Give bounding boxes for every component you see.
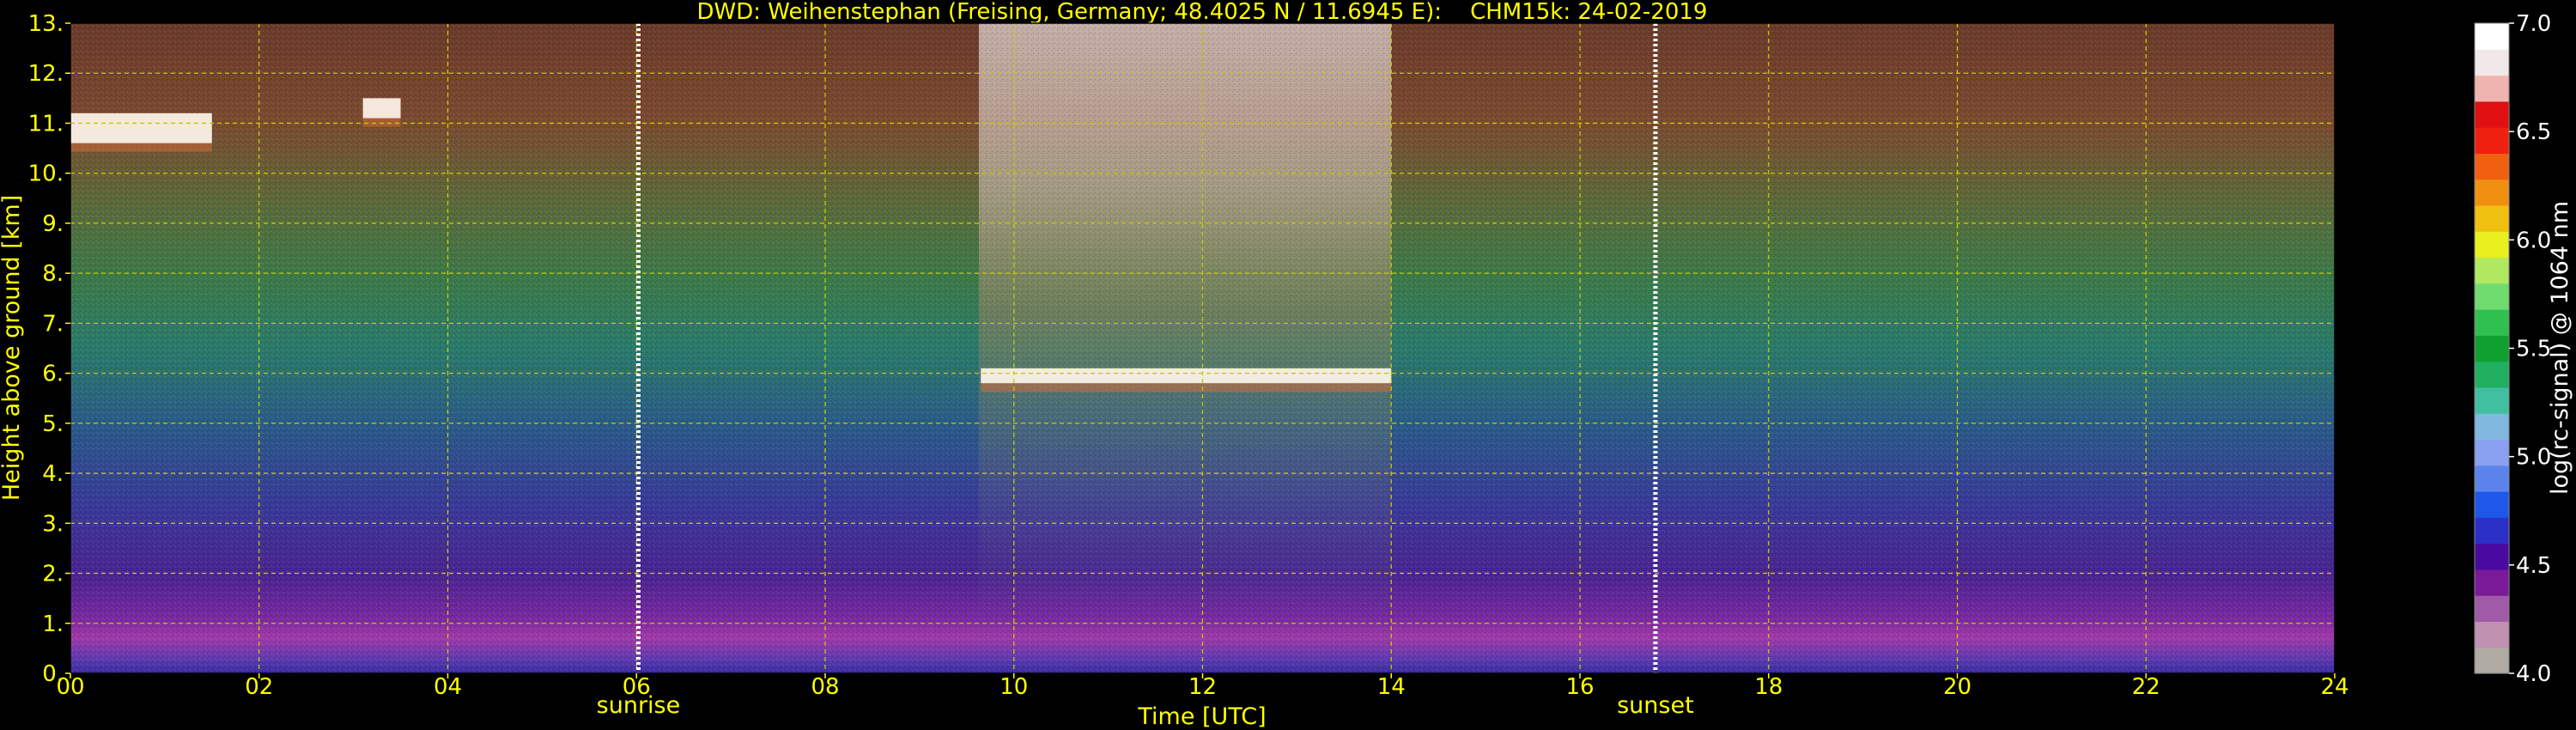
colorbar-swatch-10	[2475, 386, 2509, 414]
x-tick-label-4: 08	[811, 674, 839, 700]
y-tick-label-9: 9.	[42, 211, 64, 237]
y-tick-label-1: 1.	[42, 611, 64, 637]
y-tick-label-11: 11.	[28, 111, 64, 137]
colorbar-swatch-15	[2475, 257, 2509, 284]
colorbar-swatch-18	[2475, 179, 2509, 206]
colorbar-swatch-2	[2475, 595, 2509, 623]
y-tick-label-8: 8.	[42, 261, 64, 287]
x-tick-label-5: 10	[999, 674, 1028, 700]
colorbar-swatch-5	[2475, 517, 2509, 544]
colorbar-swatch-3	[2475, 569, 2509, 596]
y-tick-label-10: 10.	[28, 161, 64, 187]
colorbar-tick-label-5: 6.5	[2516, 119, 2551, 145]
colorbar-swatch-12	[2475, 335, 2509, 362]
colorbar-swatch-20	[2475, 127, 2509, 154]
colorbar-swatch-0	[2475, 647, 2509, 674]
colorbar-swatch-16	[2475, 231, 2509, 259]
y-tick-label-7: 7.	[42, 311, 64, 337]
cloud-layer-edge-2	[362, 118, 401, 127]
colorbar-swatch-11	[2475, 361, 2509, 388]
cloud-layer-0	[981, 368, 1392, 384]
y-tick-label-6: 6.	[42, 362, 64, 387]
x-tick-label-9: 18	[1754, 674, 1783, 700]
colorbar-tick-label-6: 7.0	[2516, 11, 2551, 37]
cloud-layer-edge-1	[70, 143, 212, 152]
colorbar-swatch-1	[2475, 621, 2509, 648]
x-tick-label-3: 06	[623, 674, 651, 700]
y-tick-label-13: 13.	[28, 11, 64, 37]
ceilometer-figure: DWD: Weihenstephan (Freising, Germany; 4…	[0, 0, 2573, 730]
colorbar-swatch-22	[2475, 75, 2509, 102]
y-tick-label-4: 4.	[42, 461, 64, 487]
x-tick-label-11: 22	[2132, 674, 2160, 700]
x-tick-label-2: 04	[434, 674, 462, 700]
cloud-layer-2	[362, 98, 401, 119]
colorbar-swatches	[2475, 23, 2509, 674]
colorbar-swatch-24	[2475, 23, 2509, 50]
y-tick-label-5: 5.	[42, 411, 64, 437]
x-axis-ticks: 00 02 04 06 08 10 12 14 16 18 20 22 24	[56, 673, 2349, 700]
colorbar-ticks: 4.04.55.05.56.06.57.0	[2509, 11, 2551, 687]
colorbar-swatch-7	[2475, 465, 2509, 492]
cloud-layer-1	[70, 113, 212, 143]
x-tick-label-1: 02	[245, 674, 273, 700]
x-axis-label: Time [UTC]	[1137, 703, 1266, 730]
chart-title: DWD: Weihenstephan (Freising, Germany; 4…	[697, 0, 1708, 25]
sunset-label: sunset	[1617, 692, 1694, 719]
y-tick-label-12: 12.	[28, 61, 64, 87]
x-tick-label-7: 14	[1377, 674, 1406, 700]
y-tick-label-3: 3.	[42, 511, 64, 537]
colorbar-swatch-21	[2475, 100, 2509, 128]
x-tick-label-10: 20	[1943, 674, 1971, 700]
colorbar-tick-label-1: 4.5	[2516, 553, 2551, 579]
colorbar-swatch-23	[2475, 49, 2509, 76]
colorbar-swatch-19	[2475, 153, 2509, 180]
colorbar-swatch-13	[2475, 309, 2509, 336]
colorbar-swatch-6	[2475, 491, 2509, 518]
colorbar-swatch-17	[2475, 204, 2509, 232]
y-tick-label-2: 2.	[42, 562, 64, 587]
cloud-layer-edge-0	[981, 383, 1392, 392]
colorbar-swatch-9	[2475, 413, 2509, 441]
x-tick-label-12: 24	[2320, 674, 2348, 700]
colorbar-swatch-14	[2475, 283, 2509, 310]
y-axis-ticks: 0. 1. 2. 3. 4. 5. 6. 7. 8. 9. 10. 11. 12. 13.	[28, 11, 70, 687]
x-tick-label-8: 16	[1565, 674, 1594, 700]
y-tick-label-0: 0.	[42, 661, 64, 687]
colorbar-label: log(rc-signal) @ 1064 nm	[2547, 201, 2573, 495]
colorbar-swatch-8	[2475, 439, 2509, 466]
x-tick-label-6: 12	[1188, 674, 1217, 700]
y-axis-label: Height above ground [km]	[0, 195, 25, 501]
colorbar-tick-label-0: 4.0	[2516, 661, 2551, 687]
colorbar: 4.04.55.05.56.06.57.0 log(rc-signal) @ 1…	[2474, 11, 2573, 687]
colorbar-swatch-4	[2475, 543, 2509, 570]
plot-area: sunrise sunset	[70, 22, 2336, 719]
